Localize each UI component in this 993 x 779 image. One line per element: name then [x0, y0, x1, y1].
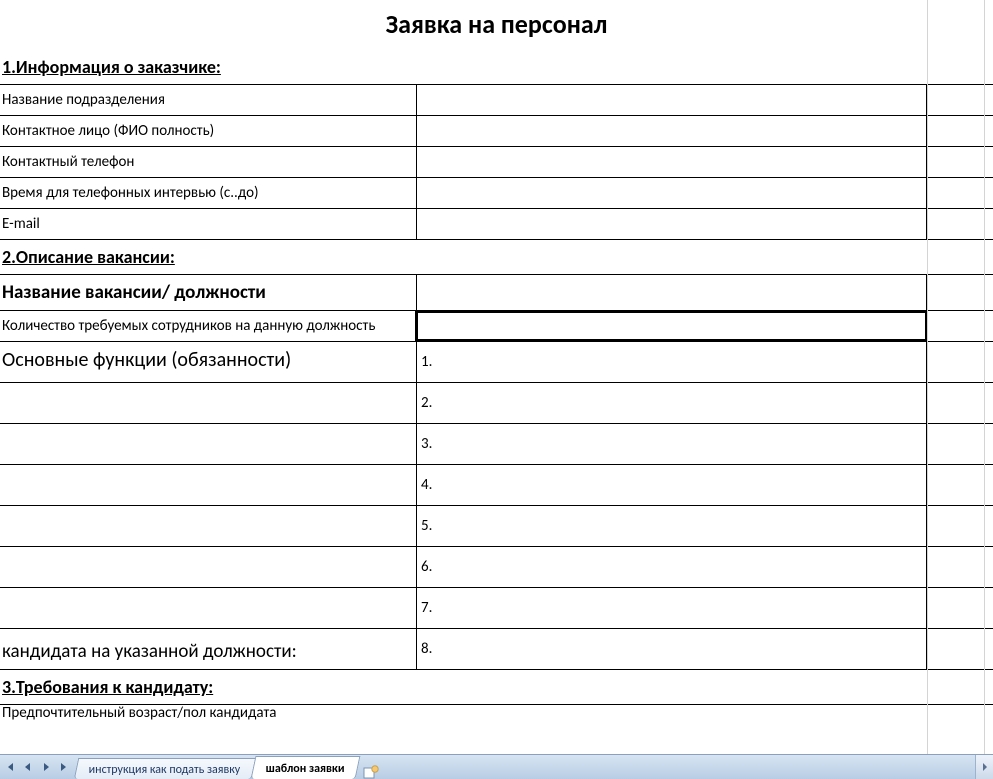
label-age-gender: Предпочтительный возраст/пол кандидата [0, 705, 416, 723]
label-interview-time: Время для телефонных интервью (с..до) [0, 178, 416, 208]
label-phone: Контактный телефон [0, 147, 416, 177]
table-row: Контактное лицо (ФИО полность) [0, 116, 993, 147]
tab-nav-last[interactable] [56, 759, 72, 775]
cell-age-gender[interactable] [416, 705, 927, 723]
label-functions: Основные функции (обязанности) [0, 342, 416, 382]
cell-func-7[interactable]: 7. [416, 588, 927, 628]
insert-worksheet-button[interactable] [360, 763, 382, 779]
table-row: 6. [0, 547, 993, 588]
cell-func-3[interactable]: 3. [416, 424, 927, 464]
label-department: Название подразделения [0, 85, 416, 115]
tab-nav-next[interactable] [38, 759, 54, 775]
tab-nav-buttons [0, 755, 76, 779]
table-row: 2. [0, 383, 993, 424]
label-contact: Контактное лицо (ФИО полность) [0, 116, 416, 146]
tab-nav-first[interactable] [2, 759, 18, 775]
section-2-heading: 2.Описание вакансии: [0, 240, 993, 275]
section-1-heading: 1.Информация о заказчике: [0, 50, 993, 85]
label-count: Количество требуемых сотрудников на данн… [0, 311, 416, 341]
horizontal-scroll-right[interactable] [975, 755, 993, 779]
cell-func-1[interactable]: 1. [416, 342, 927, 382]
table-row: E-mail [0, 209, 993, 240]
cell-count-selected[interactable] [416, 311, 927, 341]
table-row: 3. [0, 424, 993, 465]
section-3-heading: 3.Требования к кандидату: [0, 670, 993, 705]
gridline [927, 0, 928, 754]
label-candidate: кандидата на указанной должности: [0, 629, 416, 669]
tab-instruction[interactable]: инструкция как подать заявку [74, 758, 256, 779]
table-row: Количество требуемых сотрудников на данн… [0, 311, 993, 342]
cell-func-4[interactable]: 4. [416, 465, 927, 505]
cell-phone[interactable] [416, 147, 927, 177]
cell-interview-time[interactable] [416, 178, 927, 208]
tab-label: инструкция как подать заявку [89, 763, 241, 777]
cell-contact[interactable] [416, 116, 927, 146]
sheet-tab-bar: инструкция как подать заявку шаблон заяв… [0, 754, 993, 779]
table-row: Предпочтительный возраст/пол кандидата [0, 705, 993, 723]
table-row: 4. [0, 465, 993, 506]
tab-template[interactable]: шаблон заявки [250, 756, 360, 779]
gridline [984, 0, 985, 754]
table-row: 7. [0, 588, 993, 629]
label-vacancy: Название вакансии/ должности [0, 275, 416, 310]
table-row: 5. [0, 506, 993, 547]
table-row: Название вакансии/ должности [0, 275, 993, 311]
cell-func-5[interactable]: 5. [416, 506, 927, 546]
cell-email[interactable] [416, 209, 927, 239]
table-row: Название подразделения [0, 85, 993, 116]
tab-nav-prev[interactable] [20, 759, 36, 775]
label-email: E-mail [0, 209, 416, 239]
cell-department[interactable] [416, 85, 927, 115]
cell-func-2[interactable]: 2. [416, 383, 927, 423]
table-row: Контактный телефон [0, 147, 993, 178]
page-title: Заявка на персонал [0, 0, 993, 50]
table-row: Время для телефонных интервью (с..до) [0, 178, 993, 209]
worksheet: Заявка на персонал 1.Информация о заказч… [0, 0, 993, 754]
cell-func-8[interactable]: 8. [416, 629, 927, 669]
table-row: Основные функции (обязанности) 1. [0, 342, 993, 383]
table-row: кандидата на указанной должности: 8. [0, 629, 993, 670]
cell-func-6[interactable]: 6. [416, 547, 927, 587]
tab-label: шаблон заявки [265, 762, 344, 776]
cell-vacancy[interactable] [416, 275, 927, 310]
